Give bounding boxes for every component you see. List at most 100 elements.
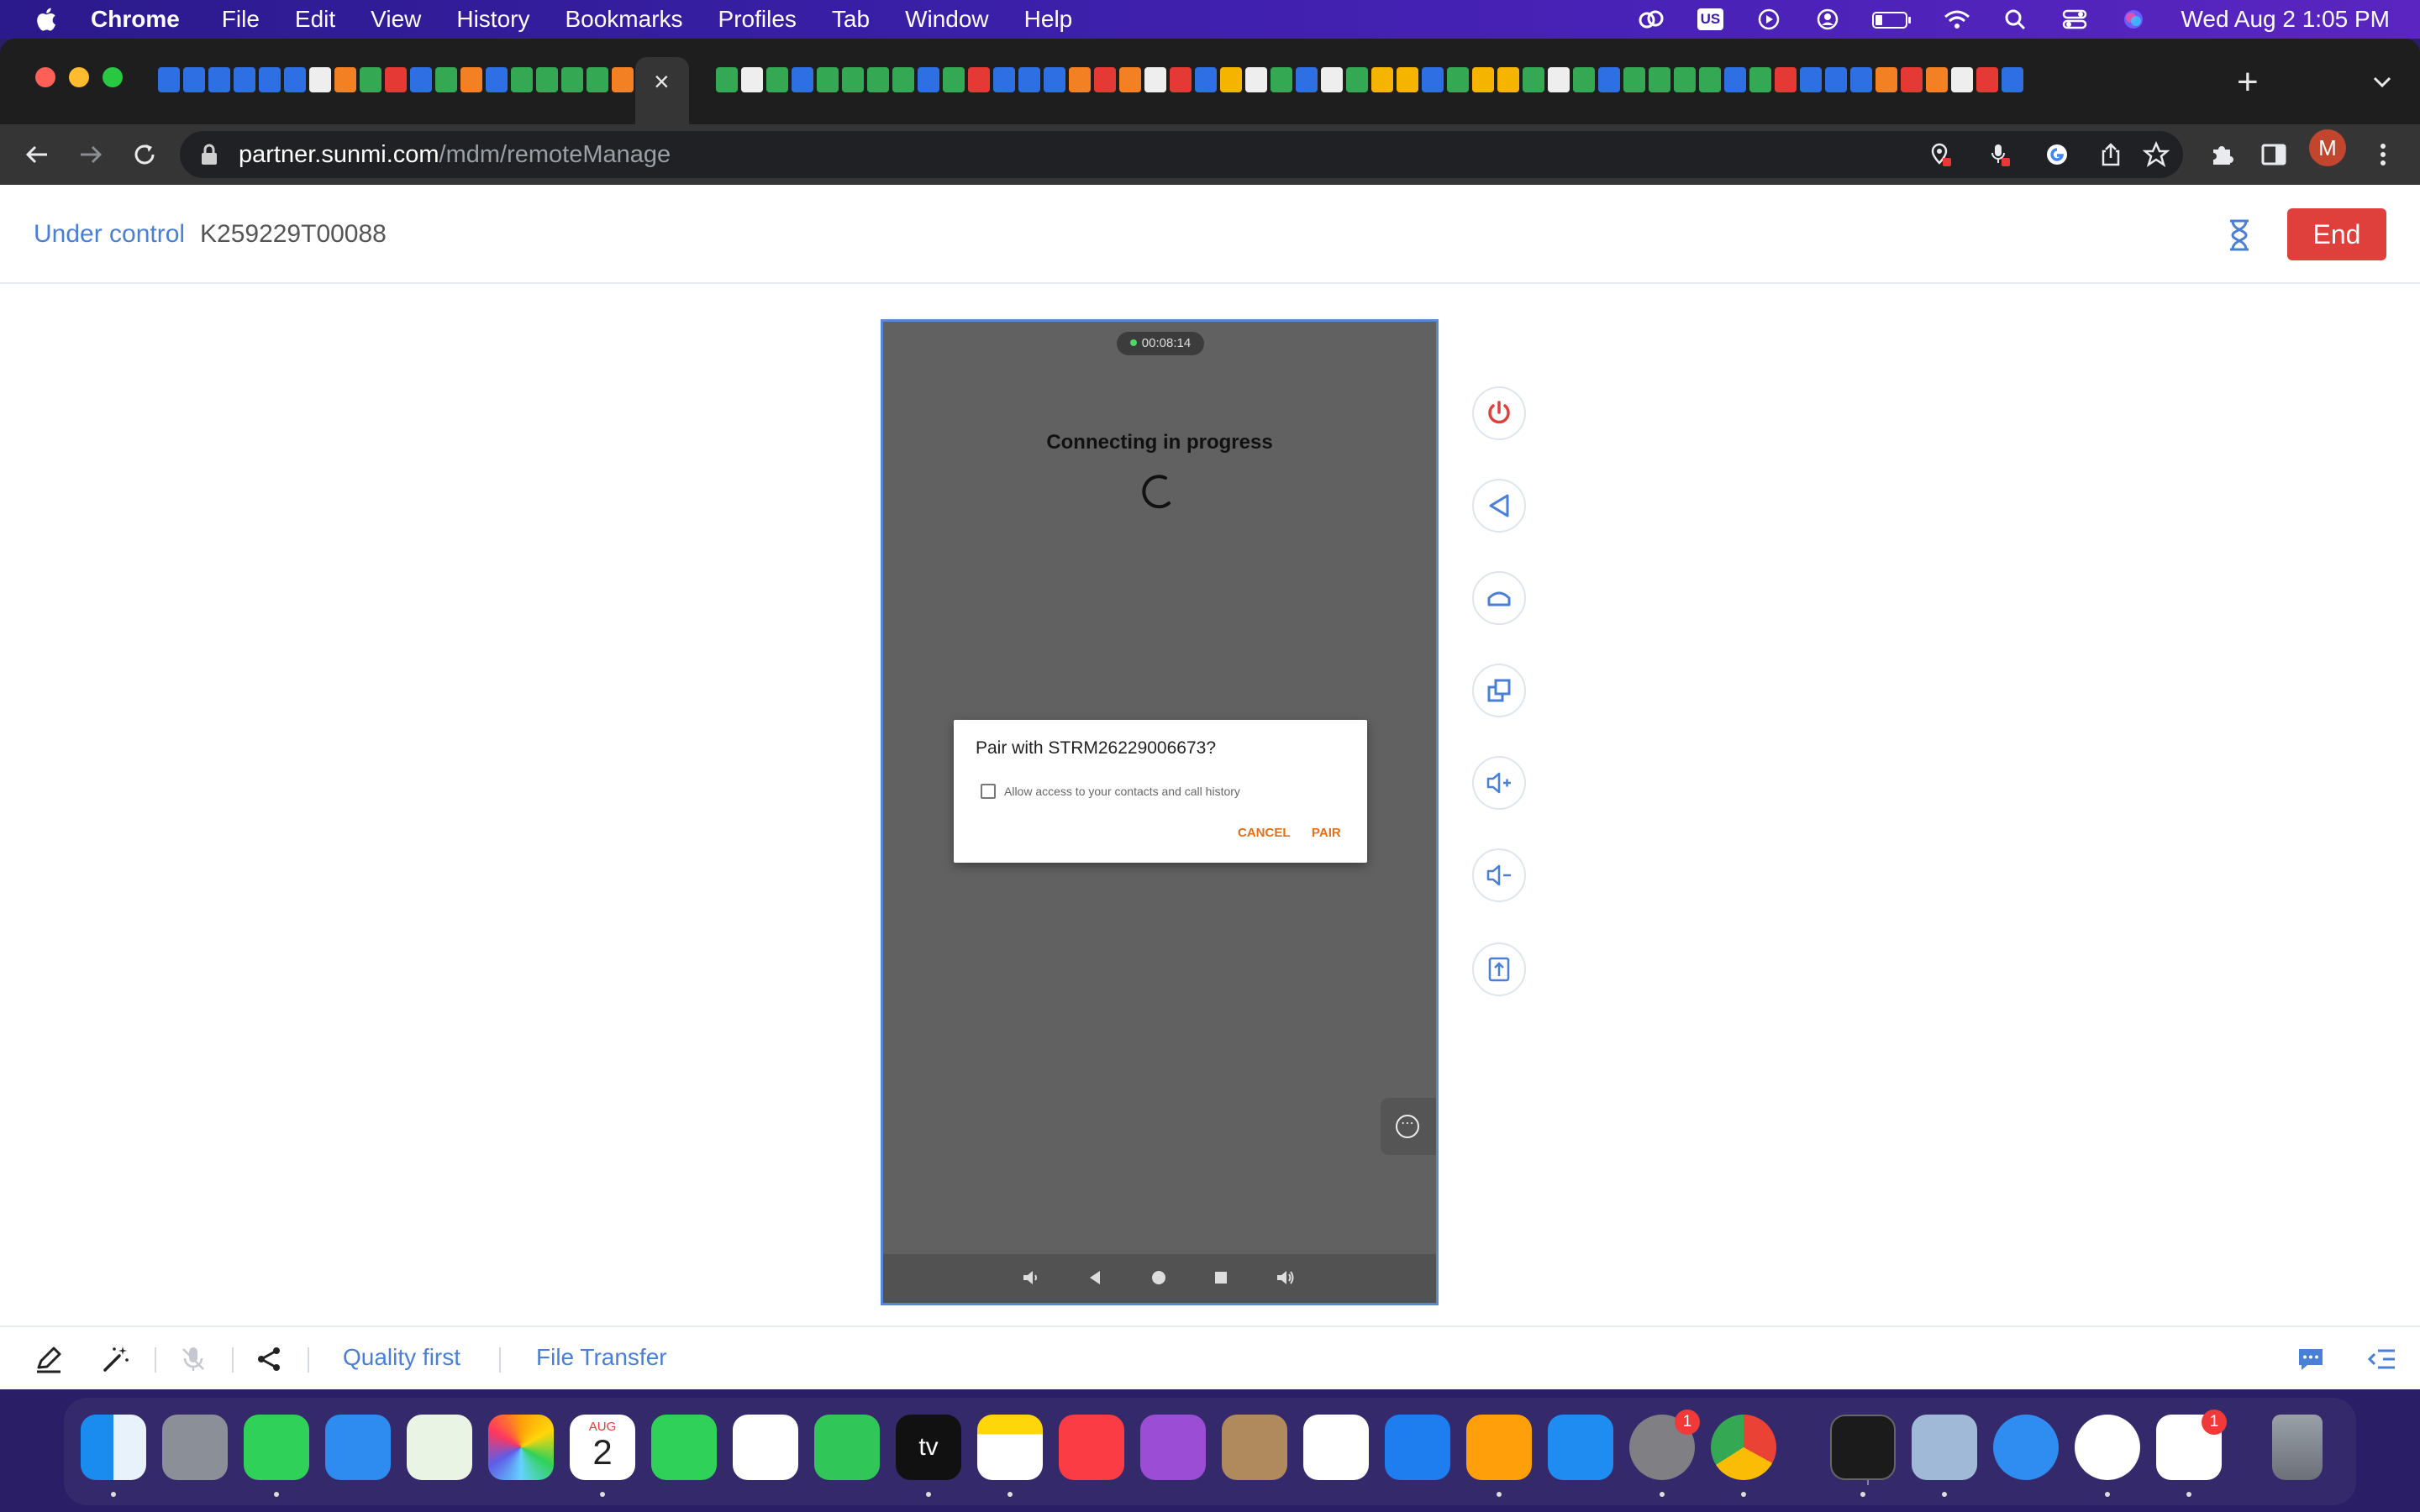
tab-favicon[interactable] — [183, 67, 205, 92]
tab-favicon[interactable] — [1649, 67, 1670, 92]
play-circle-icon[interactable] — [1754, 8, 1784, 31]
tab-favicon[interactable] — [385, 67, 407, 92]
tab-favicon[interactable] — [435, 67, 457, 92]
pair-confirm-button[interactable]: PAIR — [1312, 826, 1341, 840]
tab-favicon[interactable] — [1623, 67, 1645, 92]
menu-edit[interactable]: Edit — [295, 6, 335, 33]
reload-icon[interactable] — [129, 139, 160, 170]
calendar-icon[interactable]: AUG 2 — [570, 1415, 635, 1480]
volume-up-nav-icon[interactable] — [1275, 1268, 1295, 1288]
tab-favicon[interactable] — [1195, 67, 1217, 92]
tab-favicon[interactable] — [536, 67, 558, 92]
window-close-button[interactable] — [35, 67, 55, 87]
tab-favicon[interactable] — [460, 67, 482, 92]
location-blocked-icon[interactable] — [1928, 141, 1954, 168]
tab-favicon[interactable] — [486, 67, 508, 92]
tab-favicon[interactable] — [561, 67, 583, 92]
microphone-blocked-icon[interactable] — [1986, 141, 2013, 168]
facetime-icon[interactable] — [651, 1415, 717, 1480]
tab-favicon[interactable] — [993, 67, 1015, 92]
music-icon[interactable] — [1059, 1415, 1124, 1480]
extensions-puzzle-icon[interactable] — [2207, 139, 2237, 170]
app-store-icon[interactable] — [1548, 1415, 1613, 1480]
finder-icon[interactable] — [81, 1415, 146, 1480]
tab-favicon[interactable] — [334, 67, 356, 92]
address-bar[interactable]: partner.sunmi.com/mdm/remoteManage — [180, 131, 2183, 178]
menu-file[interactable]: File — [222, 6, 260, 33]
power-button[interactable] — [1472, 386, 1526, 440]
keynote-icon[interactable] — [1385, 1415, 1450, 1480]
tab-favicon[interactable] — [1699, 67, 1721, 92]
tab-favicon[interactable] — [1800, 67, 1822, 92]
chrome-icon[interactable] — [1711, 1415, 1776, 1480]
window-zoom-button[interactable] — [103, 67, 123, 87]
tab-favicon[interactable] — [309, 67, 331, 92]
launchpad-icon[interactable] — [162, 1415, 228, 1480]
pen-icon[interactable] — [34, 1344, 64, 1374]
menu-profiles[interactable]: Profiles — [718, 6, 797, 33]
remote-device-screen[interactable]: 00:08:14 Connecting in progress Pair wit… — [881, 319, 1439, 1305]
tab-favicon[interactable] — [716, 67, 738, 92]
tab-favicon[interactable] — [1119, 67, 1141, 92]
creative-cloud-icon[interactable] — [1636, 8, 1666, 31]
tab-favicon[interactable] — [1926, 67, 1948, 92]
hourglass-icon[interactable] — [2225, 218, 2254, 252]
collapse-panel-icon[interactable] — [2366, 1344, 2396, 1374]
tab-favicon[interactable] — [1876, 67, 1897, 92]
volume-down-button[interactable] — [1472, 848, 1526, 902]
share-nodes-icon[interactable] — [254, 1344, 284, 1374]
menubar-clock[interactable]: Wed Aug 2 1:05 PM — [2181, 6, 2390, 33]
tab-favicon[interactable] — [410, 67, 432, 92]
share-icon[interactable] — [2097, 141, 2124, 168]
tab-favicon[interactable] — [284, 67, 306, 92]
tab-favicon[interactable] — [1472, 67, 1494, 92]
google-lens-icon[interactable] — [2044, 141, 2070, 168]
tab-favicon[interactable] — [1371, 67, 1393, 92]
profile-avatar[interactable]: M — [2309, 129, 2346, 166]
volume-up-button[interactable] — [1472, 756, 1526, 810]
xcode-instruments-icon[interactable] — [2075, 1415, 2140, 1480]
tab-favicon[interactable] — [741, 67, 763, 92]
home-button[interactable] — [1472, 571, 1526, 625]
new-tab-button[interactable]: + — [2237, 64, 2259, 101]
tab-favicon[interactable] — [1069, 67, 1091, 92]
trash-icon[interactable] — [2272, 1415, 2323, 1480]
menu-history[interactable]: History — [456, 6, 529, 33]
tab-favicon[interactable] — [1422, 67, 1444, 92]
notes-icon[interactable] — [977, 1415, 1043, 1480]
safari-icon[interactable] — [1993, 1415, 2059, 1480]
control-center-icon[interactable] — [2060, 8, 2090, 31]
microphone-muted-icon[interactable] — [178, 1344, 208, 1374]
numbers-icon[interactable] — [814, 1415, 880, 1480]
tab-favicon[interactable] — [234, 67, 255, 92]
tab-favicon[interactable] — [1044, 67, 1065, 92]
end-session-button[interactable]: End — [2287, 208, 2386, 260]
tab-favicon[interactable] — [766, 67, 788, 92]
back-nav-icon[interactable] — [1085, 1268, 1105, 1288]
terminal-icon[interactable] — [1830, 1415, 1896, 1480]
maps-icon[interactable] — [407, 1415, 472, 1480]
photos-icon[interactable] — [488, 1415, 554, 1480]
home-nav-icon[interactable] — [1149, 1268, 1169, 1288]
tab-favicon[interactable] — [1598, 67, 1620, 92]
tab-favicon[interactable] — [1724, 67, 1746, 92]
tab-favicon[interactable] — [918, 67, 939, 92]
magic-wand-icon[interactable] — [101, 1344, 131, 1374]
tab-favicon[interactable] — [867, 67, 889, 92]
menu-tab[interactable]: Tab — [832, 6, 870, 33]
tab-favicon[interactable] — [208, 67, 230, 92]
tab-favicon[interactable] — [1825, 67, 1847, 92]
tab-favicon[interactable] — [817, 67, 839, 92]
tab-favicon[interactable] — [1850, 67, 1872, 92]
lock-icon[interactable] — [200, 143, 218, 166]
contacts-icon[interactable] — [1222, 1415, 1287, 1480]
more-options-button[interactable]: ⋯ — [1381, 1098, 1436, 1155]
tab-favicon[interactable] — [1976, 67, 1998, 92]
tab-favicon[interactable] — [1497, 67, 1519, 92]
tab-favicon[interactable] — [943, 67, 965, 92]
menu-app-chrome[interactable]: Chrome — [91, 6, 180, 33]
mail-icon[interactable] — [325, 1415, 391, 1480]
tab-favicon[interactable] — [1245, 67, 1267, 92]
tab-favicon[interactable] — [842, 67, 864, 92]
tab-favicon[interactable] — [892, 67, 914, 92]
